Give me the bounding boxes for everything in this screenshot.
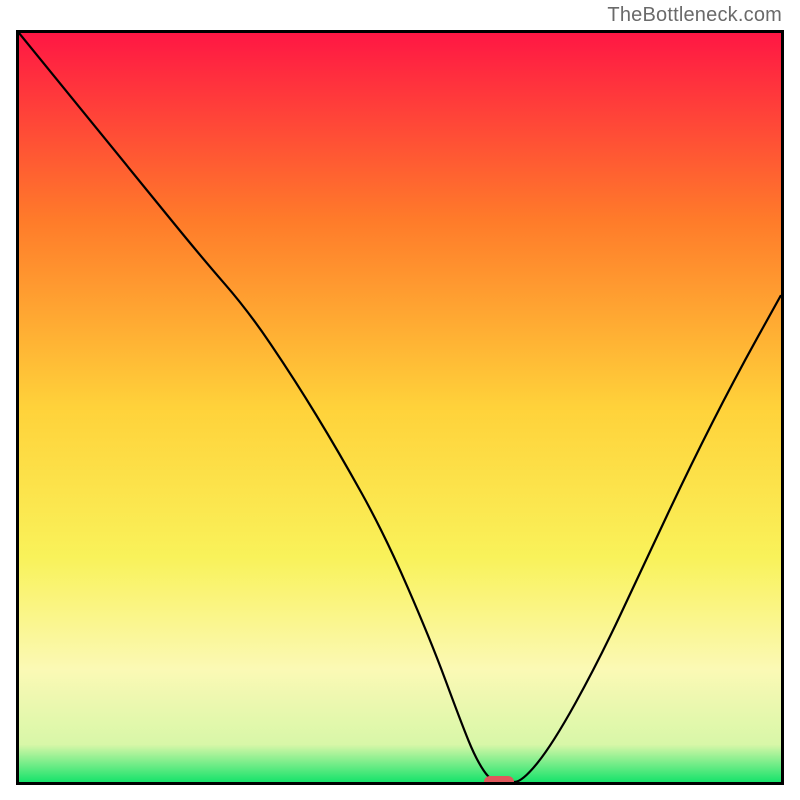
chart-curve-layer (19, 33, 781, 782)
bottleneck-curve (19, 33, 781, 782)
optimal-marker (484, 776, 514, 785)
chart-plot-area (16, 30, 784, 785)
watermark-text: TheBottleneck.com (607, 4, 782, 27)
